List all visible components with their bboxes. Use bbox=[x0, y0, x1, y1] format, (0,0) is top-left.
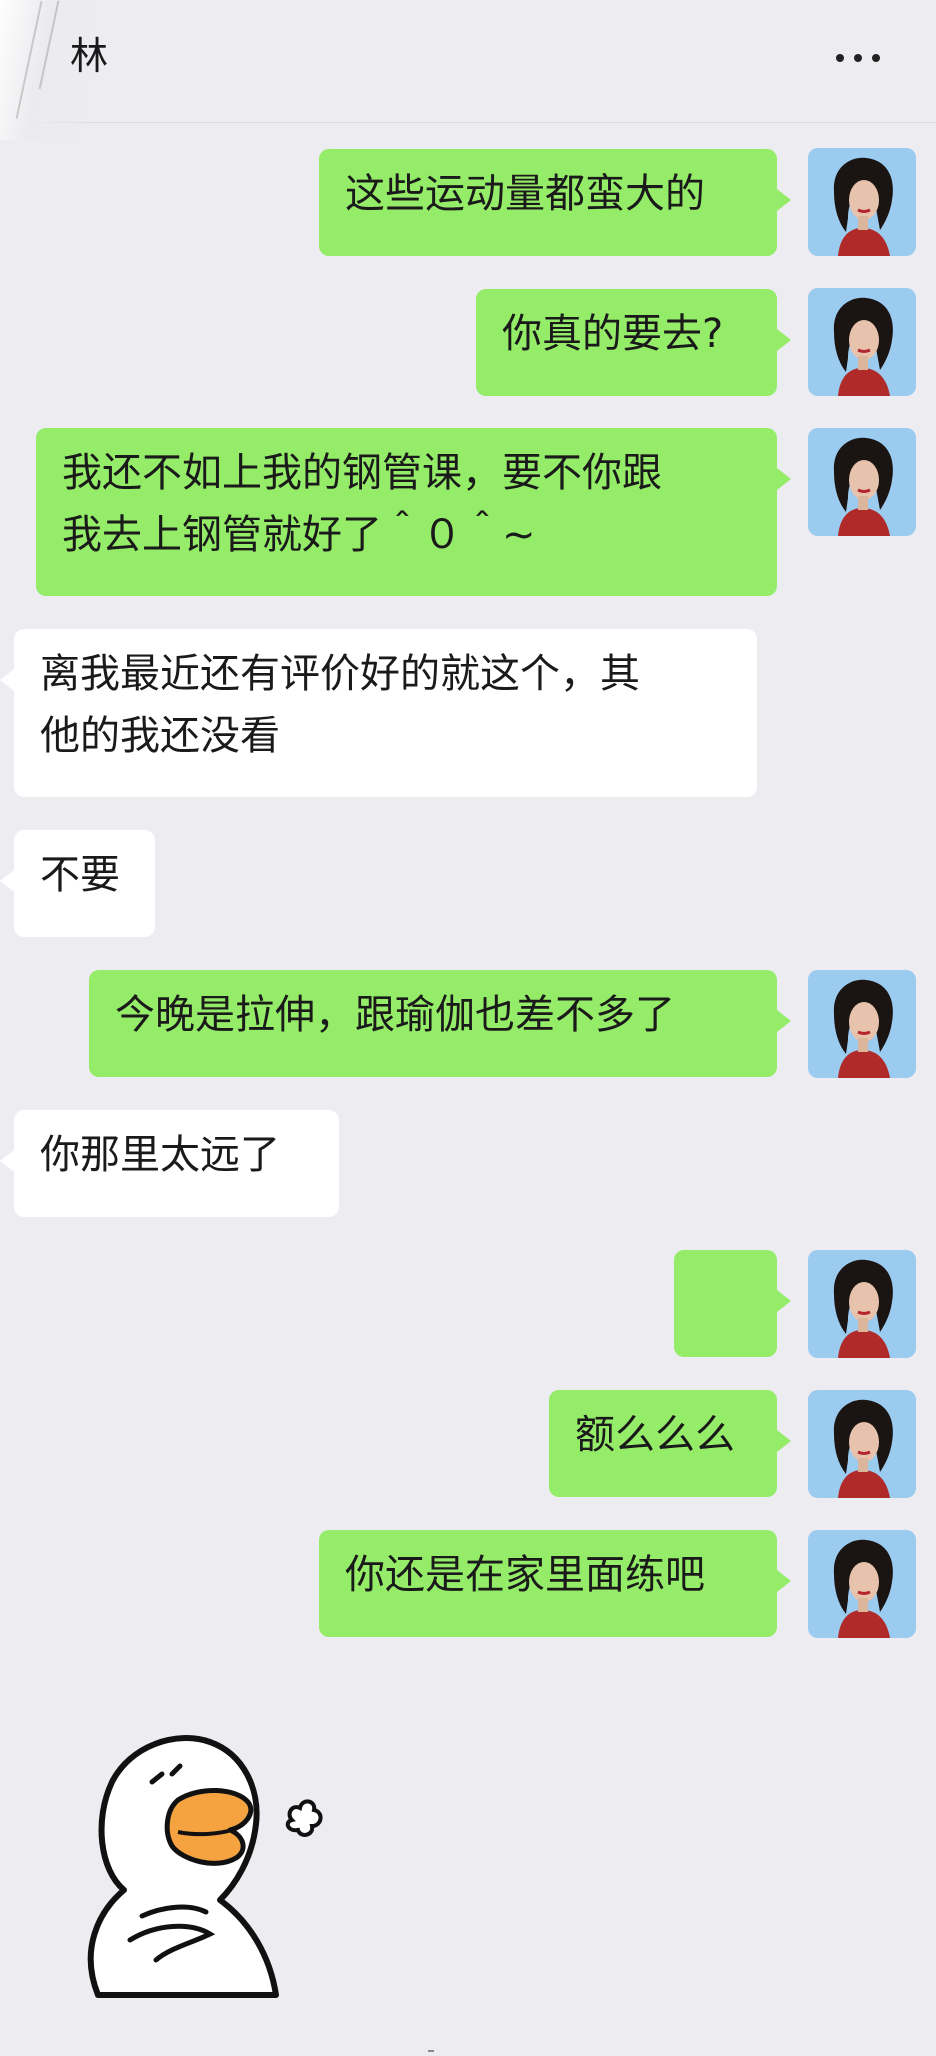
duck-sticker-icon bbox=[87, 1735, 323, 1998]
chat-bubble-outgoing[interactable]: 你真的要去? bbox=[476, 289, 791, 396]
my-avatar[interactable] bbox=[808, 428, 916, 536]
chat-bubble-incoming[interactable]: 离我最近还有评价好的就这个，其 他的我还没看 bbox=[0, 629, 757, 797]
my-avatar[interactable] bbox=[808, 1390, 916, 1498]
more-dot-icon bbox=[836, 54, 844, 62]
chat-bubble-outgoing[interactable]: 今晚是拉伸，跟瑜伽也差不多了 bbox=[89, 970, 791, 1077]
chat-bubble-outgoing[interactable]: 这些运动量都蛮大的 bbox=[319, 149, 791, 256]
chat-bubble-outgoing[interactable]: 额么么么 bbox=[549, 1390, 791, 1497]
chat-bubble-outgoing[interactable]: 你还是在家里面练吧 bbox=[319, 1530, 791, 1637]
portrait-avatar-icon bbox=[808, 1250, 916, 1358]
my-avatar[interactable] bbox=[808, 1250, 916, 1358]
my-avatar[interactable] bbox=[808, 148, 916, 256]
my-avatar[interactable] bbox=[808, 970, 916, 1078]
chat-bubble-incoming[interactable]: 你那里太远了 bbox=[0, 1110, 339, 1217]
portrait-avatar-icon bbox=[808, 428, 916, 536]
portrait-avatar-icon bbox=[808, 148, 916, 256]
portrait-avatar-icon bbox=[808, 1530, 916, 1638]
portrait-avatar-icon bbox=[808, 288, 916, 396]
chat-bubble-outgoing[interactable]: 我还不如上我的钢管课，要不你跟 我去上钢管就好了＾０＾~ bbox=[36, 428, 791, 596]
more-options-button[interactable] bbox=[826, 38, 890, 78]
chat-bubble-outgoing-emoji[interactable] bbox=[674, 1250, 791, 1448]
bottom-indicator bbox=[428, 2050, 434, 2052]
chat-title[interactable]: 林 bbox=[70, 30, 108, 82]
chat-bubble-incoming[interactable]: 不要 bbox=[0, 830, 155, 937]
chat-header: 林 bbox=[0, 0, 936, 140]
portrait-avatar-icon bbox=[808, 970, 916, 1078]
my-avatar[interactable] bbox=[808, 288, 916, 396]
more-dot-icon bbox=[872, 54, 880, 62]
sticker-message[interactable] bbox=[60, 1690, 360, 2000]
portrait-avatar-icon bbox=[808, 1390, 916, 1498]
my-avatar[interactable] bbox=[808, 1530, 916, 1638]
more-dot-icon bbox=[854, 54, 862, 62]
